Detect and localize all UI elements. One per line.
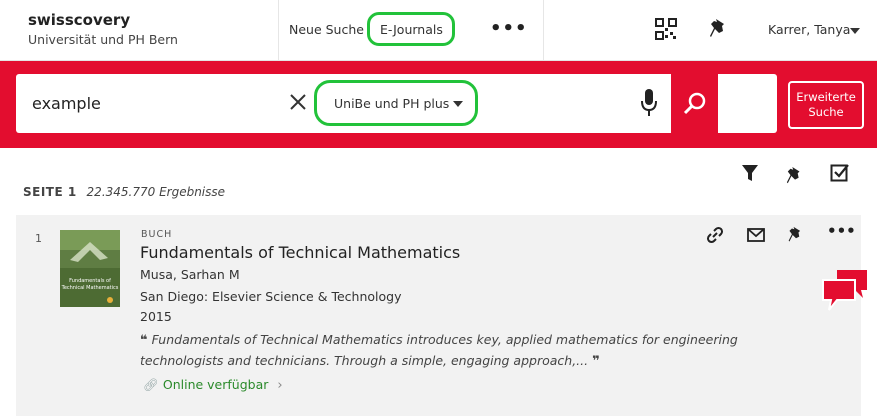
brand-name: swisscovery — [28, 11, 131, 29]
divider — [278, 0, 279, 60]
divider — [543, 0, 544, 60]
open-quote-icon: ❝ — [140, 333, 148, 348]
result-item[interactable]: 1 Fundamentals of Technical Mathematics … — [16, 215, 861, 416]
search-bar: example UniBe und PH plus — [16, 74, 777, 133]
link-icon: 🔗︎ — [143, 377, 159, 392]
scope-dropdown[interactable]: UniBe und PH plus — [314, 80, 478, 126]
resource-type: BUCH — [141, 229, 173, 240]
pin-icon[interactable] — [786, 166, 804, 186]
top-bar: swisscovery Universität und PH Bern Neue… — [0, 0, 877, 61]
pin-icon[interactable] — [787, 226, 805, 244]
chevron-right-icon: › — [277, 378, 283, 393]
result-count: 22.345.770 Ergebnisse — [86, 185, 226, 199]
filter-icon[interactable] — [741, 164, 759, 182]
search-input[interactable]: example — [32, 94, 101, 113]
chat-icon[interactable] — [821, 268, 869, 312]
chevron-down-icon — [453, 101, 463, 107]
more-menu-button[interactable]: ••• — [490, 18, 528, 39]
checkbox-icon[interactable] — [830, 162, 850, 182]
result-title[interactable]: Fundamentals of Technical Mathematics — [140, 243, 460, 262]
result-year: 2015 — [140, 309, 172, 324]
user-menu[interactable]: Karrer, Tanya — [768, 22, 850, 37]
page-number: SEITE 1 — [23, 185, 77, 199]
advanced-search-label: Erweiterte — [796, 90, 856, 104]
close-quote-icon: ❞ — [592, 354, 600, 369]
result-publisher: San Diego: Elsevier Science & Technology — [140, 289, 402, 304]
results-summary: SEITE 1 22.345.770 Ergebnisse — [23, 185, 225, 199]
cover-title-line: Fundamentals of — [69, 278, 111, 284]
microphone-icon[interactable] — [640, 88, 658, 118]
qr-code-icon[interactable] — [655, 18, 677, 40]
chevron-down-icon[interactable] — [850, 28, 860, 34]
cover-image: Fundamentals of Technical Mathematics — [60, 230, 120, 307]
cover-title-line: Technical Mathematics — [61, 285, 119, 291]
result-number: 1 — [35, 232, 42, 245]
clear-icon[interactable] — [288, 91, 308, 113]
brand-subtitle: Universität und PH Bern — [28, 32, 178, 47]
book-cover-thumbnail[interactable]: Fundamentals of Technical Mathematics — [60, 230, 120, 307]
email-icon[interactable] — [747, 226, 765, 244]
more-icon[interactable]: ••• — [827, 222, 856, 240]
search-icon — [683, 92, 706, 115]
link-icon[interactable] — [706, 226, 724, 244]
brand-logo[interactable]: swisscovery Universität und PH Bern — [28, 11, 178, 49]
result-author: Musa, Sarhan M — [140, 267, 240, 282]
advanced-search-button[interactable]: Erweiterte Suche — [788, 81, 864, 129]
search-band: example UniBe und PH plus Erweiterte Suc… — [0, 61, 877, 148]
search-button[interactable] — [671, 74, 718, 133]
availability-link[interactable]: 🔗︎ Online verfügbar › — [143, 377, 283, 393]
availability-label: Online verfügbar — [162, 377, 269, 392]
scope-value: UniBe und PH plus — [334, 96, 450, 111]
pin-icon[interactable] — [709, 18, 729, 40]
ejournals-highlight — [367, 12, 455, 46]
abstract-text: Fundamentals of Technical Mathematics in… — [140, 332, 738, 368]
result-abstract: ❝ Fundamentals of Technical Mathematics … — [140, 330, 740, 372]
new-search-link[interactable]: Neue Suche — [289, 22, 364, 38]
advanced-search-label: Suche — [808, 105, 844, 119]
